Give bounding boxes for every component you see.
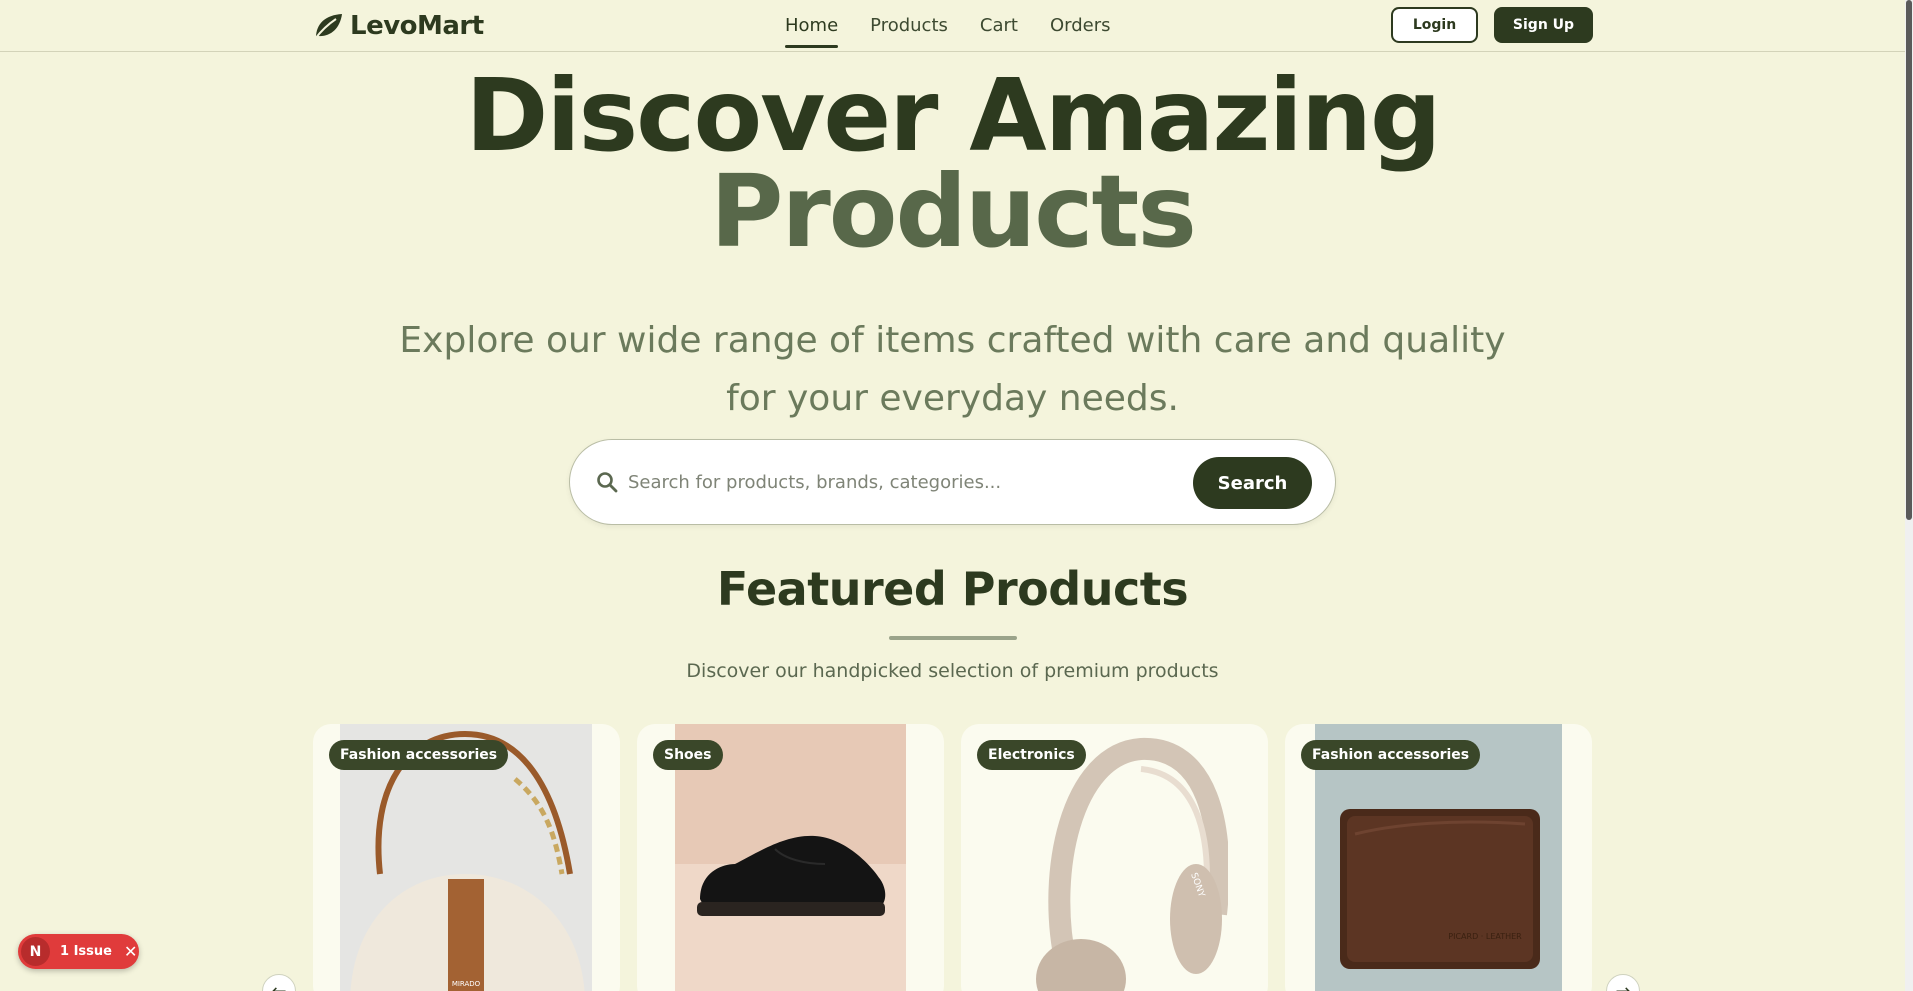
hero-subtitle: Explore our wide range of items crafted … bbox=[399, 320, 1506, 419]
nav-link-home[interactable]: Home bbox=[785, 0, 839, 50]
product-card[interactable]: Shoes bbox=[637, 724, 944, 991]
scrollbar-thumb[interactable] bbox=[1906, 0, 1912, 520]
svg-text:MIRADO: MIRADO bbox=[452, 980, 481, 988]
category-badge: Electronics bbox=[977, 740, 1086, 770]
arrow-left-icon: ← bbox=[271, 980, 287, 991]
hero-title-line2: Products bbox=[710, 153, 1197, 270]
issues-count-label: 1 Issue bbox=[60, 944, 112, 959]
brand[interactable]: LevoMart bbox=[312, 9, 484, 43]
carousel-next-button[interactable]: → bbox=[1606, 974, 1640, 991]
svg-text:PICARD · LEATHER: PICARD · LEATHER bbox=[1448, 932, 1522, 941]
nav-links: Home Products Cart Orders bbox=[785, 0, 1142, 52]
category-badge: Fashion accessories bbox=[329, 740, 509, 770]
product-card[interactable]: MIRADO Fashion accessories bbox=[313, 724, 620, 991]
close-icon[interactable]: ✕ bbox=[124, 942, 137, 961]
brand-name: LevoMart bbox=[350, 11, 484, 41]
product-card[interactable]: PICARD · LEATHER Fashion accessories bbox=[1285, 724, 1592, 991]
featured-subtitle: Discover our handpicked selection of pre… bbox=[686, 660, 1219, 682]
issues-indicator[interactable]: N 1 Issue ✕ bbox=[18, 934, 139, 969]
category-badge: Fashion accessories bbox=[1301, 740, 1481, 770]
search-input[interactable] bbox=[628, 462, 1148, 502]
section-divider bbox=[889, 636, 1017, 640]
nav-link-cart[interactable]: Cart bbox=[980, 0, 1018, 50]
login-button[interactable]: Login bbox=[1391, 7, 1478, 43]
nextjs-logo-icon: N bbox=[21, 937, 50, 966]
top-navbar: LevoMart Home Products Cart Orders Login… bbox=[0, 0, 1905, 52]
search-bar: Search bbox=[569, 439, 1336, 525]
search-icon bbox=[597, 472, 618, 493]
arrow-right-icon: → bbox=[1615, 980, 1631, 991]
featured-title: Featured Products bbox=[716, 562, 1189, 616]
product-card[interactable]: SONY Electronics bbox=[961, 724, 1268, 991]
nav-link-orders[interactable]: Orders bbox=[1050, 0, 1111, 50]
leaf-logo-icon bbox=[314, 14, 342, 40]
category-badge: Shoes bbox=[653, 740, 723, 770]
signup-button[interactable]: Sign Up bbox=[1494, 7, 1593, 43]
hero-title: Discover Amazing Products bbox=[0, 57, 1905, 270]
nav-link-products[interactable]: Products bbox=[870, 0, 948, 50]
carousel-prev-button[interactable]: ← bbox=[262, 974, 296, 991]
hero-title-line1: Discover Amazing bbox=[465, 57, 1441, 174]
search-button[interactable]: Search bbox=[1193, 457, 1312, 509]
